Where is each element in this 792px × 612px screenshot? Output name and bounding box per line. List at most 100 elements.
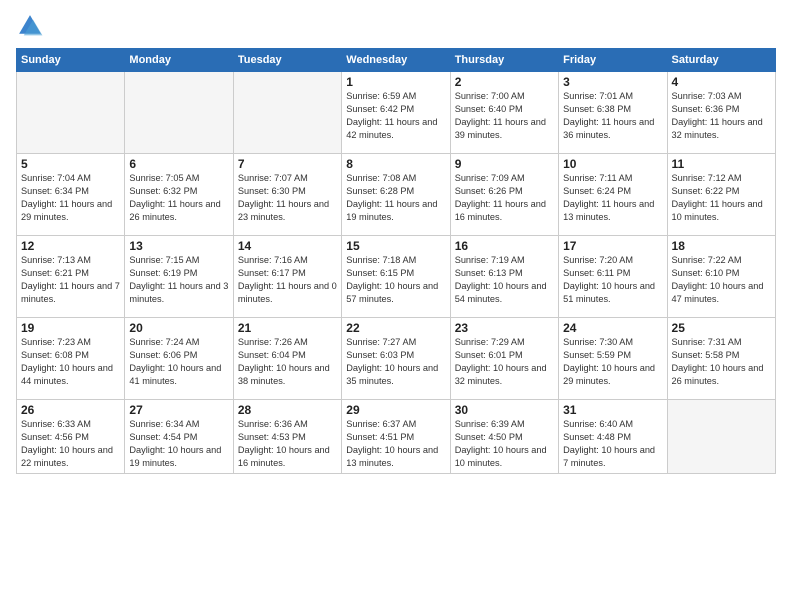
day-number: 22 [346, 321, 445, 335]
day-info: Sunrise: 7:19 AM Sunset: 6:13 PM Dayligh… [455, 254, 554, 306]
calendar-day-cell: 20Sunrise: 7:24 AM Sunset: 6:06 PM Dayli… [125, 318, 233, 400]
day-info: Sunrise: 7:09 AM Sunset: 6:26 PM Dayligh… [455, 172, 554, 224]
day-number: 2 [455, 75, 554, 89]
day-number: 27 [129, 403, 228, 417]
calendar-day-cell: 6Sunrise: 7:05 AM Sunset: 6:32 PM Daylig… [125, 154, 233, 236]
calendar-day-cell: 7Sunrise: 7:07 AM Sunset: 6:30 PM Daylig… [233, 154, 341, 236]
calendar-day-cell: 21Sunrise: 7:26 AM Sunset: 6:04 PM Dayli… [233, 318, 341, 400]
calendar-day-cell: 30Sunrise: 6:39 AM Sunset: 4:50 PM Dayli… [450, 400, 558, 474]
header [16, 12, 776, 40]
calendar-week-row: 5Sunrise: 7:04 AM Sunset: 6:34 PM Daylig… [17, 154, 776, 236]
day-info: Sunrise: 7:20 AM Sunset: 6:11 PM Dayligh… [563, 254, 662, 306]
weekday-header-sunday: Sunday [17, 49, 125, 72]
day-info: Sunrise: 6:33 AM Sunset: 4:56 PM Dayligh… [21, 418, 120, 470]
day-info: Sunrise: 7:01 AM Sunset: 6:38 PM Dayligh… [563, 90, 662, 142]
day-number: 16 [455, 239, 554, 253]
day-info: Sunrise: 6:36 AM Sunset: 4:53 PM Dayligh… [238, 418, 337, 470]
calendar-day-cell: 16Sunrise: 7:19 AM Sunset: 6:13 PM Dayli… [450, 236, 558, 318]
day-info: Sunrise: 7:03 AM Sunset: 6:36 PM Dayligh… [672, 90, 771, 142]
weekday-header-friday: Friday [559, 49, 667, 72]
day-info: Sunrise: 7:15 AM Sunset: 6:19 PM Dayligh… [129, 254, 228, 306]
calendar-day-cell: 11Sunrise: 7:12 AM Sunset: 6:22 PM Dayli… [667, 154, 775, 236]
day-info: Sunrise: 7:05 AM Sunset: 6:32 PM Dayligh… [129, 172, 228, 224]
day-info: Sunrise: 7:04 AM Sunset: 6:34 PM Dayligh… [21, 172, 120, 224]
logo-icon [16, 12, 44, 40]
calendar-day-cell: 31Sunrise: 6:40 AM Sunset: 4:48 PM Dayli… [559, 400, 667, 474]
calendar-day-cell: 8Sunrise: 7:08 AM Sunset: 6:28 PM Daylig… [342, 154, 450, 236]
day-number: 3 [563, 75, 662, 89]
calendar-week-row: 26Sunrise: 6:33 AM Sunset: 4:56 PM Dayli… [17, 400, 776, 474]
day-number: 5 [21, 157, 120, 171]
day-info: Sunrise: 7:29 AM Sunset: 6:01 PM Dayligh… [455, 336, 554, 388]
day-info: Sunrise: 7:30 AM Sunset: 5:59 PM Dayligh… [563, 336, 662, 388]
day-info: Sunrise: 7:13 AM Sunset: 6:21 PM Dayligh… [21, 254, 120, 306]
calendar-day-cell: 15Sunrise: 7:18 AM Sunset: 6:15 PM Dayli… [342, 236, 450, 318]
day-number: 28 [238, 403, 337, 417]
calendar-day-cell: 24Sunrise: 7:30 AM Sunset: 5:59 PM Dayli… [559, 318, 667, 400]
calendar-day-cell: 18Sunrise: 7:22 AM Sunset: 6:10 PM Dayli… [667, 236, 775, 318]
day-info: Sunrise: 6:39 AM Sunset: 4:50 PM Dayligh… [455, 418, 554, 470]
day-number: 24 [563, 321, 662, 335]
weekday-header-monday: Monday [125, 49, 233, 72]
day-number: 20 [129, 321, 228, 335]
logo [16, 12, 48, 40]
calendar-table: SundayMondayTuesdayWednesdayThursdayFrid… [16, 48, 776, 474]
calendar-day-cell: 12Sunrise: 7:13 AM Sunset: 6:21 PM Dayli… [17, 236, 125, 318]
weekday-header-tuesday: Tuesday [233, 49, 341, 72]
day-number: 13 [129, 239, 228, 253]
calendar-day-cell: 22Sunrise: 7:27 AM Sunset: 6:03 PM Dayli… [342, 318, 450, 400]
calendar-day-cell: 19Sunrise: 7:23 AM Sunset: 6:08 PM Dayli… [17, 318, 125, 400]
weekday-header-row: SundayMondayTuesdayWednesdayThursdayFrid… [17, 49, 776, 72]
calendar-week-row: 19Sunrise: 7:23 AM Sunset: 6:08 PM Dayli… [17, 318, 776, 400]
day-number: 31 [563, 403, 662, 417]
calendar-day-cell: 9Sunrise: 7:09 AM Sunset: 6:26 PM Daylig… [450, 154, 558, 236]
day-number: 17 [563, 239, 662, 253]
calendar-day-cell: 27Sunrise: 6:34 AM Sunset: 4:54 PM Dayli… [125, 400, 233, 474]
calendar-day-cell [17, 72, 125, 154]
day-number: 7 [238, 157, 337, 171]
calendar-day-cell: 29Sunrise: 6:37 AM Sunset: 4:51 PM Dayli… [342, 400, 450, 474]
calendar-day-cell: 3Sunrise: 7:01 AM Sunset: 6:38 PM Daylig… [559, 72, 667, 154]
calendar-day-cell: 1Sunrise: 6:59 AM Sunset: 6:42 PM Daylig… [342, 72, 450, 154]
day-number: 14 [238, 239, 337, 253]
day-number: 15 [346, 239, 445, 253]
calendar-day-cell: 10Sunrise: 7:11 AM Sunset: 6:24 PM Dayli… [559, 154, 667, 236]
calendar-day-cell [233, 72, 341, 154]
weekday-header-thursday: Thursday [450, 49, 558, 72]
day-number: 6 [129, 157, 228, 171]
calendar-day-cell: 13Sunrise: 7:15 AM Sunset: 6:19 PM Dayli… [125, 236, 233, 318]
day-info: Sunrise: 7:26 AM Sunset: 6:04 PM Dayligh… [238, 336, 337, 388]
calendar-day-cell: 25Sunrise: 7:31 AM Sunset: 5:58 PM Dayli… [667, 318, 775, 400]
day-info: Sunrise: 7:16 AM Sunset: 6:17 PM Dayligh… [238, 254, 337, 306]
day-info: Sunrise: 6:59 AM Sunset: 6:42 PM Dayligh… [346, 90, 445, 142]
day-info: Sunrise: 7:00 AM Sunset: 6:40 PM Dayligh… [455, 90, 554, 142]
day-info: Sunrise: 7:22 AM Sunset: 6:10 PM Dayligh… [672, 254, 771, 306]
day-number: 19 [21, 321, 120, 335]
day-number: 25 [672, 321, 771, 335]
day-info: Sunrise: 6:34 AM Sunset: 4:54 PM Dayligh… [129, 418, 228, 470]
day-info: Sunrise: 7:24 AM Sunset: 6:06 PM Dayligh… [129, 336, 228, 388]
day-info: Sunrise: 7:07 AM Sunset: 6:30 PM Dayligh… [238, 172, 337, 224]
day-number: 29 [346, 403, 445, 417]
calendar-day-cell: 26Sunrise: 6:33 AM Sunset: 4:56 PM Dayli… [17, 400, 125, 474]
day-number: 11 [672, 157, 771, 171]
day-info: Sunrise: 7:18 AM Sunset: 6:15 PM Dayligh… [346, 254, 445, 306]
day-number: 26 [21, 403, 120, 417]
calendar-day-cell: 2Sunrise: 7:00 AM Sunset: 6:40 PM Daylig… [450, 72, 558, 154]
day-number: 1 [346, 75, 445, 89]
page: SundayMondayTuesdayWednesdayThursdayFrid… [0, 0, 792, 612]
day-number: 9 [455, 157, 554, 171]
day-info: Sunrise: 7:11 AM Sunset: 6:24 PM Dayligh… [563, 172, 662, 224]
day-info: Sunrise: 7:12 AM Sunset: 6:22 PM Dayligh… [672, 172, 771, 224]
calendar-week-row: 12Sunrise: 7:13 AM Sunset: 6:21 PM Dayli… [17, 236, 776, 318]
day-number: 4 [672, 75, 771, 89]
day-number: 12 [21, 239, 120, 253]
calendar-day-cell: 17Sunrise: 7:20 AM Sunset: 6:11 PM Dayli… [559, 236, 667, 318]
day-number: 18 [672, 239, 771, 253]
day-info: Sunrise: 7:31 AM Sunset: 5:58 PM Dayligh… [672, 336, 771, 388]
calendar-day-cell [667, 400, 775, 474]
day-number: 23 [455, 321, 554, 335]
calendar-day-cell: 23Sunrise: 7:29 AM Sunset: 6:01 PM Dayli… [450, 318, 558, 400]
day-info: Sunrise: 7:08 AM Sunset: 6:28 PM Dayligh… [346, 172, 445, 224]
day-info: Sunrise: 6:40 AM Sunset: 4:48 PM Dayligh… [563, 418, 662, 470]
